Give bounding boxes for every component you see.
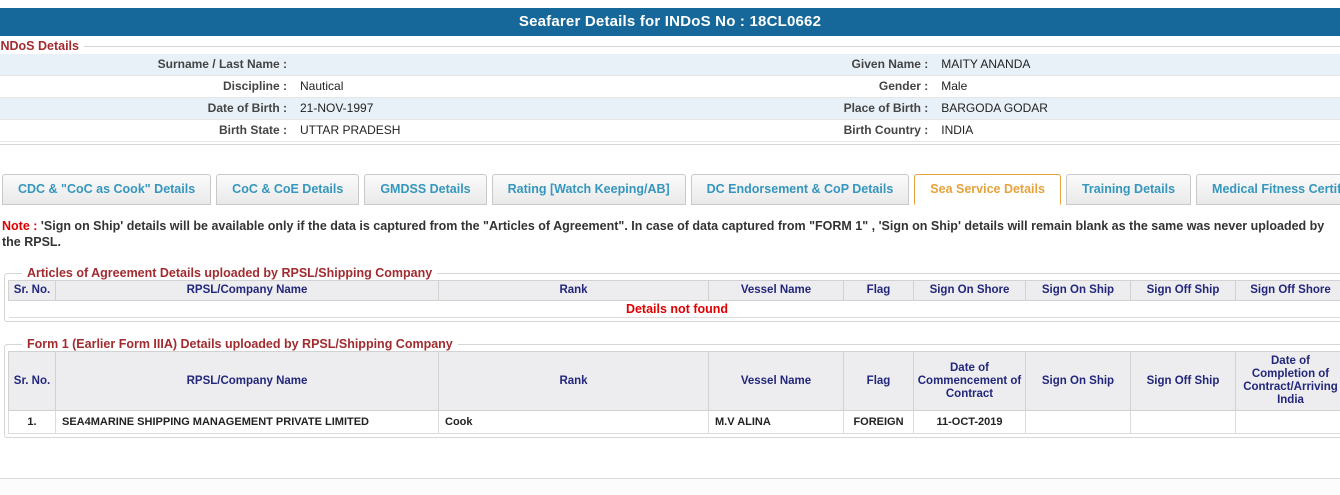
table-cell: 11-OCT-2019 <box>914 411 1026 434</box>
detail-left-half: Surname / Last Name : <box>0 54 670 75</box>
column-header-rank: Rank <box>439 281 709 301</box>
tab-sea-service-details[interactable]: Sea Service Details <box>914 174 1061 205</box>
detail-row: Date of Birth :21-NOV-1997Place of Birth… <box>0 98 1340 120</box>
tab-medical-fitness-certificate[interactable]: Medical Fitness Certificate <box>1196 174 1340 205</box>
column-header-flag: Flag <box>844 281 914 301</box>
table-cell: 1. <box>9 411 56 434</box>
table-header-row: Sr. No.RPSL/Company NameRankVessel NameF… <box>9 281 1340 301</box>
field-value-surname-last-name <box>292 54 300 75</box>
table-cell: M.V ALINA <box>709 411 844 434</box>
column-header-sr-no: Sr. No. <box>9 352 56 411</box>
column-header-sr-no: Sr. No. <box>9 281 56 301</box>
detail-row: Discipline :NauticalGender :Male <box>0 76 1340 98</box>
field-label-birth-country: Birth Country : <box>670 120 933 141</box>
table-row: 1.SEA4MARINE SHIPPING MANAGEMENT PRIVATE… <box>9 411 1340 434</box>
table-cell <box>1131 411 1236 434</box>
field-label-birth-state: Birth State : <box>0 120 292 141</box>
column-header-sign-off-ship: Sign Off Ship <box>1131 352 1236 411</box>
field-value-birth-country: INDIA <box>933 120 973 141</box>
detail-right-half: Gender :Male <box>670 76 1340 97</box>
tab-gmdss-details[interactable]: GMDSS Details <box>364 174 486 205</box>
note-text: Note : 'Sign on Ship' details will be av… <box>2 218 1338 250</box>
detail-row: Surname / Last Name : Given Name :MAITY A… <box>0 54 1340 76</box>
column-header-rank: Rank <box>439 352 709 411</box>
column-header-flag: Flag <box>844 352 914 411</box>
column-header-rpsl-company-name: RPSL/Company Name <box>56 352 439 411</box>
note-prefix: Note : <box>2 219 37 233</box>
column-header-rpsl-company-name: RPSL/Company Name <box>56 281 439 301</box>
articles-of-agreement-legend: Articles of Agreement Details uploaded b… <box>22 266 437 280</box>
detail-right-half: Birth Country :INDIA <box>670 120 1340 141</box>
note-body: 'Sign on Ship' details will be available… <box>2 219 1324 249</box>
field-label-surname-last-name: Surname / Last Name : <box>0 54 292 75</box>
column-header-sign-off-shore: Sign Off Shore <box>1236 281 1340 301</box>
column-header-sign-off-ship: Sign Off Ship <box>1131 281 1236 301</box>
table-cell: SEA4MARINE SHIPPING MANAGEMENT PRIVATE L… <box>56 411 439 434</box>
column-header-vessel-name: Vessel Name <box>709 281 844 301</box>
column-header-sign-on-ship: Sign On Ship <box>1026 352 1131 411</box>
form1-table: Sr. No.RPSL/Company NameRankVessel NameF… <box>8 351 1340 434</box>
articles-of-agreement-section: Articles of Agreement Details uploaded b… <box>4 266 1340 322</box>
field-label-place-of-birth: Place of Birth : <box>670 98 933 119</box>
detail-left-half: Date of Birth :21-NOV-1997 <box>0 98 670 119</box>
table-cell <box>1236 411 1340 434</box>
field-value-gender: Male <box>933 76 967 97</box>
table-cell <box>1026 411 1131 434</box>
detail-row: Birth State :UTTAR PRADESHBirth Country … <box>0 120 1340 142</box>
field-label-gender: Gender : <box>670 76 933 97</box>
table-cell: Cook <box>439 411 709 434</box>
detail-right-half: Place of Birth :BARGODA GODAR <box>670 98 1340 119</box>
tab-cdc-coc-as-cook-details[interactable]: CDC & "CoC as Cook" Details <box>2 174 211 205</box>
tab-bar: CDC & "CoC as Cook" DetailsCoC & CoE Det… <box>2 174 1340 205</box>
field-value-birth-state: UTTAR PRADESH <box>292 120 400 141</box>
detail-right-half: Given Name :MAITY ANANDA <box>670 54 1340 75</box>
field-label-date-of-birth: Date of Birth : <box>0 98 292 119</box>
form1-section: Form 1 (Earlier Form IIIA) Details uploa… <box>4 337 1340 438</box>
articles-of-agreement-table: Sr. No.RPSL/Company NameRankVessel NameF… <box>8 280 1340 318</box>
column-header-date-of-commencement-of-contract: Date of Commencement of Contract <box>914 352 1026 411</box>
tab-dc-endorsement-cop-details[interactable]: DC Endorsement & CoP Details <box>691 174 910 205</box>
field-value-given-name: MAITY ANANDA <box>933 54 1030 75</box>
column-header-vessel-name: Vessel Name <box>709 352 844 411</box>
column-header-date-of-completion-of-contract-arriving-india: Date of Completion of Contract/Arriving … <box>1236 352 1340 411</box>
field-label-discipline: Discipline : <box>0 76 292 97</box>
empty-row: Details not found <box>9 301 1340 318</box>
field-value-date-of-birth: 21-NOV-1997 <box>292 98 373 119</box>
tab-coc-coe-details[interactable]: CoC & CoE Details <box>216 174 359 205</box>
column-header-sign-on-shore: Sign On Shore <box>914 281 1026 301</box>
tab-training-details[interactable]: Training Details <box>1066 174 1191 205</box>
indos-details-legend: INDoS Details <box>0 39 84 53</box>
column-header-sign-on-ship: Sign On Ship <box>1026 281 1131 301</box>
indos-details-rows: Surname / Last Name : Given Name :MAITY A… <box>0 54 1340 142</box>
empty-message: Details not found <box>9 301 1340 318</box>
field-value-discipline: Nautical <box>292 76 343 97</box>
indos-details-section: INDoS Details Surname / Last Name : Given… <box>0 39 1340 145</box>
table-header-row: Sr. No.RPSL/Company NameRankVessel NameF… <box>9 352 1340 411</box>
page-title: Seafarer Details for INDoS No : 18CL0662 <box>0 8 1340 36</box>
detail-left-half: Discipline :Nautical <box>0 76 670 97</box>
detail-left-half: Birth State :UTTAR PRADESH <box>0 120 670 141</box>
tab-rating-watch-keeping-ab[interactable]: Rating [Watch Keeping/AB] <box>492 174 686 205</box>
field-label-given-name: Given Name : <box>670 54 933 75</box>
form1-legend: Form 1 (Earlier Form IIIA) Details uploa… <box>22 337 458 351</box>
field-value-place-of-birth: BARGODA GODAR <box>933 98 1048 119</box>
table-cell: FOREIGN <box>844 411 914 434</box>
